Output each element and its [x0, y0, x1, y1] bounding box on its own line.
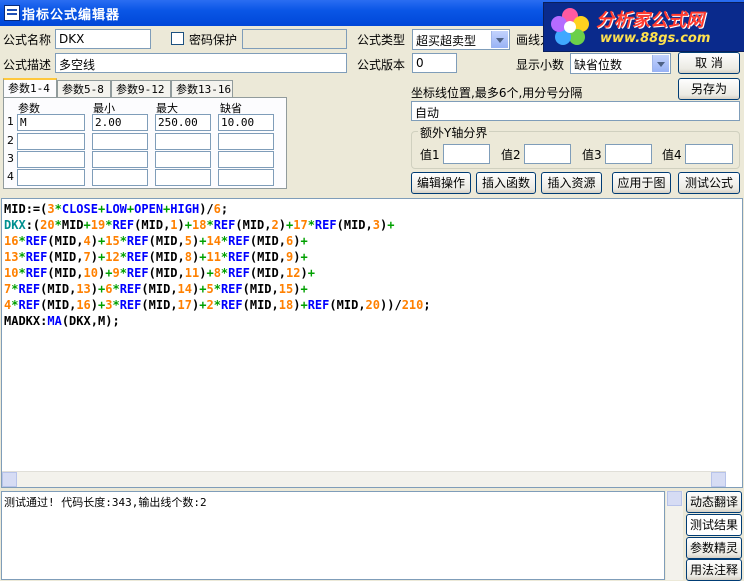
param-max-input[interactable]: [155, 133, 211, 150]
param-default-input[interactable]: [218, 169, 274, 186]
version-input[interactable]: 0: [412, 53, 457, 73]
param-min-input[interactable]: [92, 133, 148, 150]
desc-input[interactable]: 多空线: [55, 53, 347, 73]
tab-params-13-16[interactable]: 参数13-16: [171, 80, 233, 98]
param-row-num: 3: [7, 152, 14, 165]
decimals-label: 显示小数: [516, 58, 565, 72]
type-select-value: 超买超卖型: [416, 34, 477, 48]
param-default-input[interactable]: [218, 133, 274, 150]
param-wizard-button[interactable]: 参数精灵: [686, 537, 742, 559]
code-line: 13*REF(MID,7)+12*REF(MID,8)+11*REF(MID,9…: [4, 250, 308, 264]
param-max-input[interactable]: [155, 169, 211, 186]
param-min-input[interactable]: [92, 169, 148, 186]
scroll-left-icon[interactable]: [2, 472, 17, 487]
code-line: DKX:(20*MID+19*REF(MID,1)+18*REF(MID,2)+…: [4, 218, 395, 232]
name-label: 公式名称: [3, 33, 52, 47]
param-name-input[interactable]: [17, 169, 85, 186]
edit-operations-button[interactable]: 编辑操作: [411, 172, 471, 194]
logo-url: www.88gs.com: [600, 31, 711, 46]
type-select[interactable]: 超买超卖型: [412, 29, 510, 50]
chevron-down-icon: [652, 55, 669, 72]
scroll-up-icon[interactable]: [667, 491, 682, 506]
value2-label: 值2: [501, 148, 521, 162]
code-line: MADKX:MA(DKX,M);: [4, 314, 120, 328]
app-icon: [4, 5, 20, 21]
usage-note-button[interactable]: 用法注释: [686, 559, 742, 581]
save-as-button[interactable]: 另存为: [678, 78, 740, 100]
value4-label: 值4: [662, 148, 682, 162]
code-line: 16*REF(MID,4)+15*REF(MID,5)+14*REF(MID,6…: [4, 234, 308, 248]
type-label: 公式类型: [357, 33, 406, 47]
horizontal-scrollbar[interactable]: [2, 471, 726, 487]
value3-input[interactable]: [605, 144, 652, 164]
password-label: 密码保护: [189, 33, 238, 47]
param-min-input[interactable]: 2.00: [92, 114, 148, 131]
tab-params-5-8[interactable]: 参数5-8: [57, 80, 111, 98]
logo-text: 分析家公式网: [596, 10, 704, 31]
value1-input[interactable]: [443, 144, 490, 164]
value4-input[interactable]: [685, 144, 733, 164]
value3-label: 值3: [582, 148, 602, 162]
desc-label: 公式描述: [3, 58, 52, 72]
password-checkbox[interactable]: [171, 32, 184, 45]
extra-y-axis-label: 额外Y轴分界: [418, 124, 490, 141]
scroll-right-icon[interactable]: [711, 472, 726, 487]
chevron-down-icon: [491, 31, 508, 48]
version-label: 公式版本: [357, 58, 406, 72]
cancel-button[interactable]: 取 消: [678, 52, 740, 74]
axis-input[interactable]: 自动: [411, 101, 740, 121]
code-line: 4*REF(MID,16)+3*REF(MID,17)+2*REF(MID,18…: [4, 298, 431, 312]
param-row-num: 2: [7, 134, 14, 147]
dynamic-translate-button[interactable]: 动态翻译: [686, 491, 742, 513]
decimals-select[interactable]: 缺省位数: [570, 53, 671, 74]
param-max-input[interactable]: 250.00: [155, 114, 211, 131]
tab-params-9-12[interactable]: 参数9-12: [111, 80, 171, 98]
tab-params-1-4[interactable]: 参数1-4: [3, 78, 57, 98]
code-line: MID:=(3*CLOSE+LOW+OPEN+HIGH)/6;: [4, 202, 229, 216]
test-result-button[interactable]: 测试结果: [686, 514, 742, 536]
value2-input[interactable]: [524, 144, 571, 164]
status-text: 测试通过! 代码长度:343,输出线个数:2: [4, 496, 207, 509]
param-name-input[interactable]: M: [17, 114, 85, 131]
name-input[interactable]: DKX: [55, 29, 151, 49]
window-title: 指标公式编辑器: [22, 8, 121, 23]
code-line: 10*REF(MID,10)+9*REF(MID,11)+8*REF(MID,1…: [4, 266, 315, 280]
param-row-num: 4: [7, 170, 14, 183]
apply-to-chart-button[interactable]: 应用于图: [612, 172, 671, 194]
code-line: 7*REF(MID,13)+6*REF(MID,14)+5*REF(MID,15…: [4, 282, 308, 296]
param-name-input[interactable]: [17, 133, 85, 150]
vertical-scrollbar[interactable]: [666, 491, 683, 580]
code-editor[interactable]: MID:=(3*CLOSE+LOW+OPEN+HIGH)/6; DKX:(20*M…: [1, 198, 743, 488]
param-default-input[interactable]: [218, 151, 274, 168]
test-formula-button[interactable]: 测试公式: [678, 172, 740, 194]
param-min-input[interactable]: [92, 151, 148, 168]
param-name-input[interactable]: [17, 151, 85, 168]
decimals-select-value: 缺省位数: [574, 58, 623, 72]
output-panel: 测试通过! 代码长度:343,输出线个数:2: [1, 491, 665, 580]
param-default-input[interactable]: 10.00: [218, 114, 274, 131]
insert-function-button[interactable]: 插入函数: [476, 172, 536, 194]
code-text[interactable]: MID:=(3*CLOSE+LOW+OPEN+HIGH)/6; DKX:(20*M…: [4, 201, 431, 329]
value1-label: 值1: [420, 148, 440, 162]
insert-resource-button[interactable]: 插入资源: [541, 172, 602, 194]
site-logo: 分析家公式网 www.88gs.com: [543, 2, 744, 52]
param-max-input[interactable]: [155, 151, 211, 168]
flower-logo-icon: [551, 8, 589, 45]
password-input[interactable]: [242, 29, 347, 49]
param-row-num: 1: [7, 115, 14, 128]
axis-label: 坐标线位置,最多6个,用分号分隔: [411, 86, 583, 100]
